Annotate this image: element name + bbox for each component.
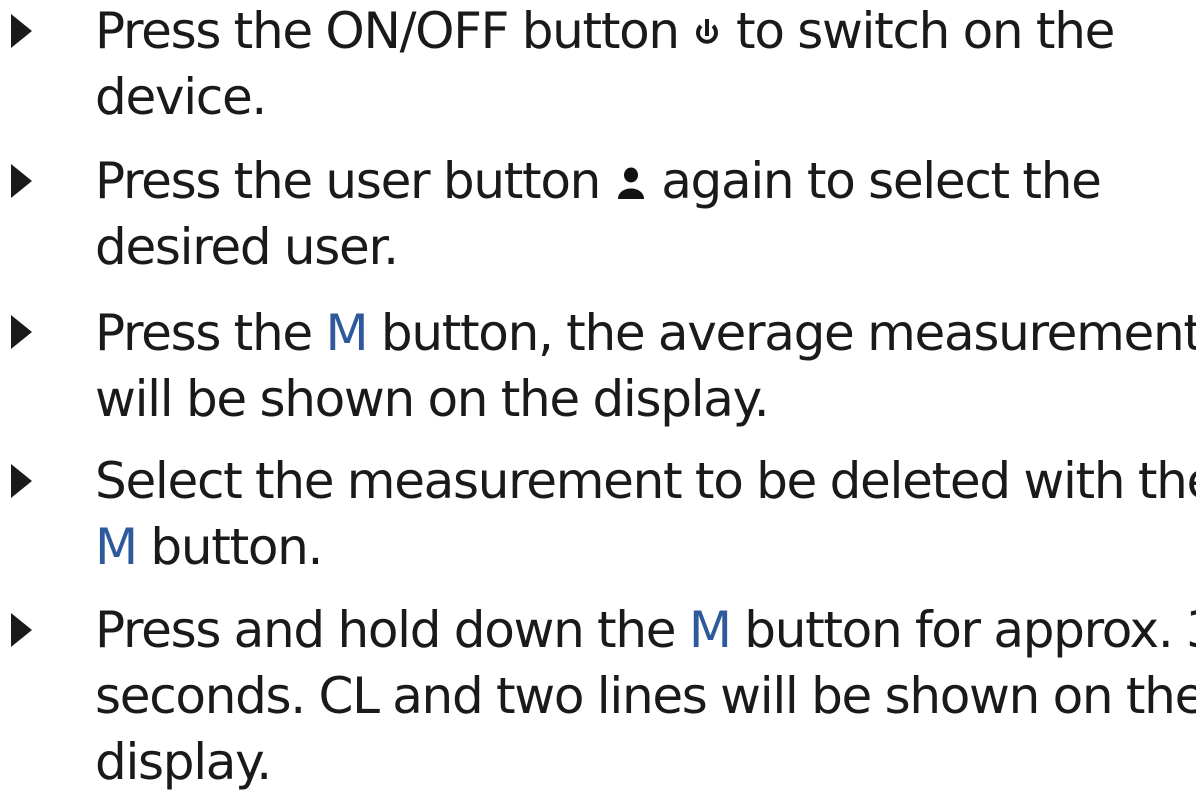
text-line: M button. — [95, 518, 323, 576]
text-line: Press the M button, the average measurem… — [95, 304, 1196, 362]
text-line: Select the measurement to be deleted wit… — [95, 452, 1196, 510]
step-text: Select the measurement to be deleted wit… — [95, 448, 1196, 580]
user-icon — [614, 152, 648, 218]
text-line: Press and hold down the M button for app… — [95, 601, 1196, 659]
bullet-arrow-icon — [11, 613, 32, 647]
text-line: Press the ON/OFF button to switch on the — [95, 0, 1195, 64]
text-line: display. — [95, 733, 272, 791]
step-text: Press the M button, the average measurem… — [95, 300, 1196, 432]
bullet-arrow-icon — [11, 14, 32, 48]
step-text: Press the ON/OFF button to switch on the… — [95, 0, 1195, 130]
bullet-arrow-icon — [11, 464, 32, 498]
text-line: seconds. CL and two lines will be shown … — [95, 667, 1196, 725]
step-text: Press the user button again to select th… — [95, 148, 1195, 280]
bullet-arrow-icon — [11, 315, 32, 349]
text-line: desired user. — [95, 218, 399, 276]
step-text: Press and hold down the M button for app… — [95, 597, 1196, 795]
text-line: Press the user button again to select th… — [95, 148, 1195, 214]
m-button-label: M — [95, 518, 138, 576]
text-line: device. — [95, 68, 267, 126]
power-icon — [692, 2, 722, 68]
m-button-label: M — [325, 304, 368, 362]
m-button-label: M — [688, 601, 732, 659]
bullet-arrow-icon — [11, 164, 32, 198]
text-line: will be shown on the display. — [95, 370, 770, 428]
